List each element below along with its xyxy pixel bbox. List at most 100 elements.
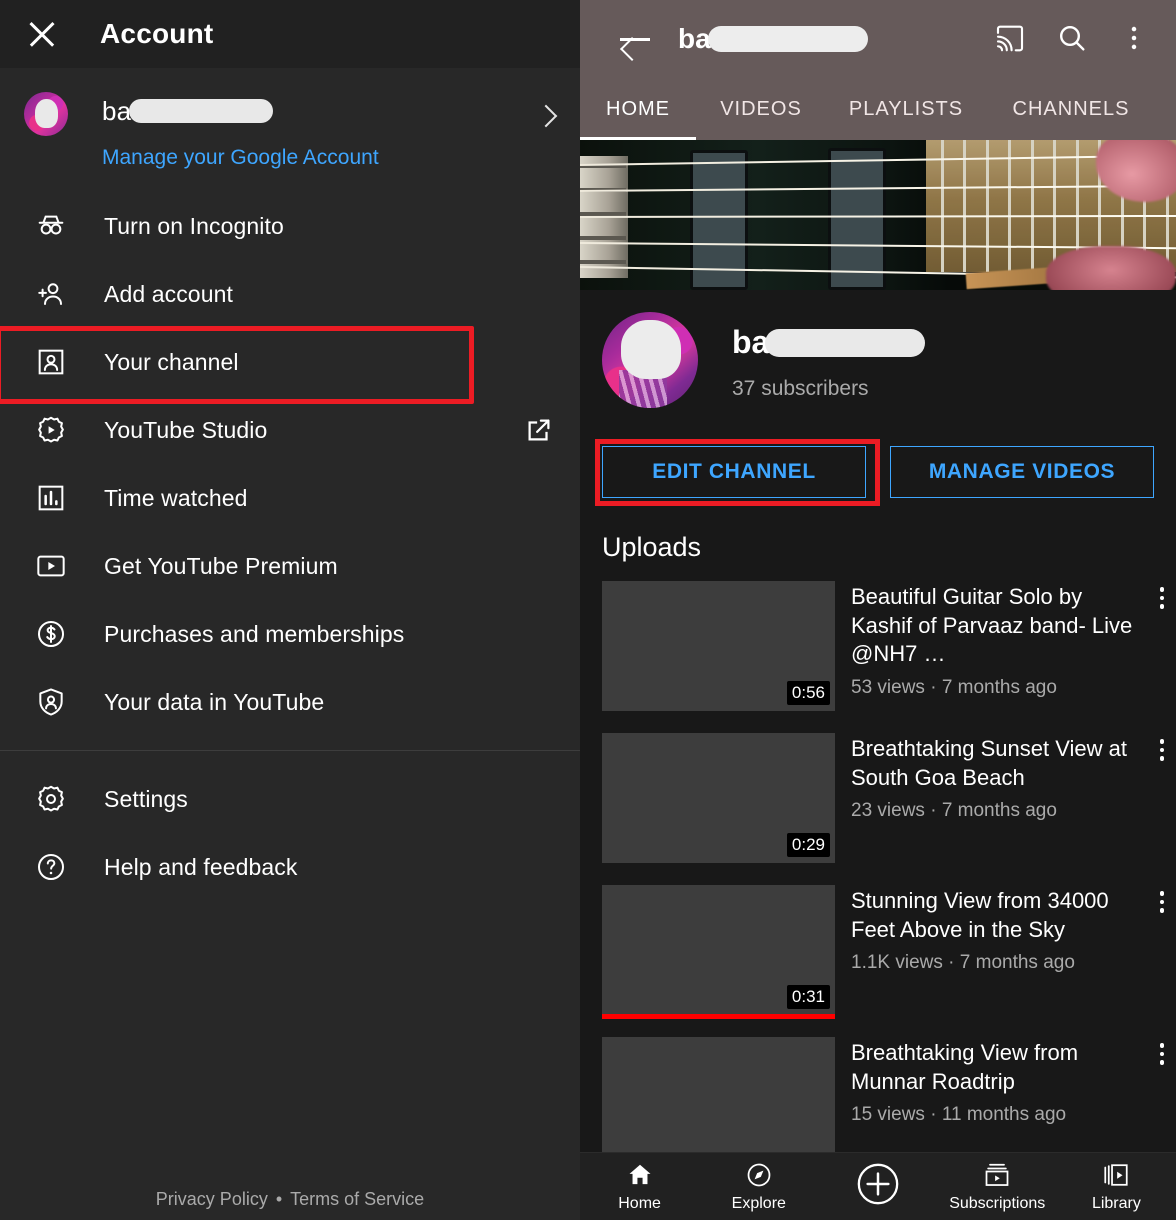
search-icon[interactable] — [1056, 22, 1090, 56]
video-thumbnail[interactable]: 0:29 — [602, 733, 835, 863]
chevron-right-icon[interactable] — [534, 104, 558, 128]
footer-separator: • — [275, 1189, 283, 1209]
account-menu-list: Turn on Incognito Add account Your chann… — [0, 192, 580, 901]
edit-channel-button[interactable]: EDIT CHANNEL — [602, 446, 866, 498]
video-title: Beautiful Guitar Solo by Kashif of Parva… — [851, 584, 1133, 667]
channel-avatar[interactable] — [602, 312, 698, 408]
channel-name: ba — [732, 324, 770, 360]
back-arrow-icon[interactable] — [618, 22, 652, 56]
video-age: 7 months ago — [941, 800, 1057, 822]
menu-item-label: Add account — [104, 280, 233, 307]
video-duration: 0:29 — [786, 833, 830, 857]
account-name-line: ba — [102, 96, 379, 126]
nav-item-create[interactable] — [818, 1161, 937, 1212]
menu-item-time-watched[interactable]: Time watched — [0, 464, 580, 532]
menu-item-turn-on-incognito[interactable]: Turn on Incognito — [0, 192, 580, 260]
list-item[interactable]: 0:29 Breathtaking Sunset View at South G… — [580, 733, 1176, 863]
privacy-policy-link[interactable]: Privacy Policy — [156, 1189, 268, 1209]
manage-google-account-link[interactable]: Manage your Google Account — [102, 146, 379, 170]
video-more-options-icon[interactable] — [1148, 581, 1176, 711]
menu-item-your-data-in-youtube[interactable]: Your data in YouTube — [0, 668, 580, 736]
menu-item-label: Get YouTube Premium — [104, 552, 338, 579]
video-age: 11 months ago — [941, 1104, 1067, 1126]
video-stats: 23 views · 7 months ago — [851, 800, 1142, 822]
cast-icon[interactable] — [994, 22, 1028, 56]
video-thumbnail[interactable] — [602, 1037, 835, 1167]
legal-footer: Privacy Policy • Terms of Service — [0, 1189, 580, 1210]
library-icon — [1101, 1160, 1131, 1190]
video-title: Breathtaking View from Munnar Roadtrip — [851, 1040, 1079, 1094]
menu-item-your-channel[interactable]: Your channel — [0, 328, 580, 396]
nav-label: Explore — [731, 1195, 786, 1212]
avatar — [24, 92, 68, 136]
menu-item-purchases-and-memberships[interactable]: Purchases and memberships — [0, 600, 580, 668]
video-title: Breathtaking Sunset View at South Goa Be… — [851, 736, 1127, 790]
tab-home[interactable]: HOME — [580, 78, 696, 140]
nav-item-subscriptions[interactable]: Subscriptions — [938, 1160, 1057, 1213]
video-thumbnail[interactable]: 0:56 — [602, 581, 835, 711]
video-meta: Beautiful Guitar Solo by Kashif of Parva… — [835, 581, 1148, 711]
account-panel-header: Account — [0, 0, 580, 68]
manage-videos-button[interactable]: MANAGE VIDEOS — [890, 446, 1154, 498]
video-duration: 0:31 — [786, 985, 830, 1009]
video-stats: 1.1K views · 7 months ago — [851, 952, 1142, 974]
close-icon[interactable] — [22, 14, 62, 54]
menu-item-label: Turn on Incognito — [104, 212, 284, 239]
more-vert-icon[interactable] — [1118, 22, 1152, 56]
tab-channels[interactable]: CHANNELS — [986, 78, 1156, 140]
video-views: 53 views — [851, 676, 925, 698]
menu-item-get-youtube-premium[interactable]: Get YouTube Premium — [0, 532, 580, 600]
channel-name-line: ba — [732, 324, 926, 361]
channel-meta: ba 37 subscribers — [732, 312, 926, 401]
menu-item-add-account[interactable]: Add account — [0, 260, 580, 328]
channel-tabs: HOME VIDEOS PLAYLISTS CHANNELS — [580, 78, 1176, 140]
gear-icon — [32, 780, 70, 818]
channel-banner-bass-guitar — [580, 140, 1176, 290]
channel-info: ba 37 subscribers — [580, 290, 1176, 408]
video-stats: 53 views · 7 months ago — [851, 677, 1142, 699]
plus-circle-icon — [855, 1161, 901, 1207]
tab-playlists[interactable]: PLAYLISTS — [826, 78, 986, 140]
video-meta: Breathtaking Sunset View at South Goa Be… — [835, 733, 1148, 863]
video-stats: 15 views · 11 months ago — [851, 1104, 1142, 1126]
account-panel: Account ba Manage your Google Account Tu… — [0, 0, 580, 1220]
nav-label: Home — [618, 1195, 661, 1212]
subscriptions-icon — [982, 1160, 1012, 1190]
list-item[interactable]: 0:56 Beautiful Guitar Solo by Kashif of … — [580, 581, 1176, 711]
subscriber-count: 37 subscribers — [732, 377, 869, 400]
youtube-mobile-account-and-channel-screen: Account ba Manage your Google Account Tu… — [0, 0, 1176, 1220]
stats-separator: · — [930, 800, 937, 822]
video-more-options-icon[interactable] — [1148, 1037, 1176, 1167]
list-item[interactable]: Breathtaking View from Munnar Roadtrip 1… — [580, 1037, 1176, 1167]
watch-progress-bar — [602, 1014, 835, 1019]
video-more-options-icon[interactable] — [1148, 733, 1176, 863]
video-duration: 0:56 — [786, 681, 830, 705]
menu-item-youtube-studio[interactable]: YouTube Studio — [0, 396, 580, 464]
video-thumbnail[interactable]: 0:31 — [602, 885, 835, 1019]
open-in-new-icon[interactable] — [524, 415, 554, 445]
bottom-navigation: Home Explore Subscriptions Library — [580, 1152, 1176, 1220]
account-row[interactable]: ba Manage your Google Account — [0, 68, 580, 170]
menu-item-label: Your data in YouTube — [104, 688, 325, 715]
video-title: Stunning View from 34000 Feet Above in t… — [851, 888, 1109, 942]
video-meta: Breathtaking View from Munnar Roadtrip 1… — [835, 1037, 1148, 1167]
youtube-play-icon — [32, 547, 70, 585]
nav-item-library[interactable]: Library — [1057, 1160, 1176, 1213]
menu-item-help-and-feedback[interactable]: Help and feedback — [0, 833, 580, 901]
stats-separator: · — [948, 952, 955, 974]
nav-item-home[interactable]: Home — [580, 1160, 699, 1213]
video-more-options-icon[interactable] — [1148, 885, 1176, 1015]
uploads-video-list: 0:56 Beautiful Guitar Solo by Kashif of … — [580, 581, 1176, 1167]
menu-item-label: Help and feedback — [104, 853, 298, 880]
redaction-scribble — [34, 99, 59, 129]
video-age: 7 months ago — [959, 952, 1075, 974]
video-age: 7 months ago — [941, 676, 1057, 698]
channel-header: ba — [580, 0, 1176, 78]
tab-videos[interactable]: VIDEOS — [696, 78, 826, 140]
help-circle-icon — [32, 848, 70, 886]
home-icon — [625, 1160, 655, 1190]
nav-item-explore[interactable]: Explore — [699, 1160, 818, 1213]
list-item[interactable]: 0:31 Stunning View from 34000 Feet Above… — [580, 885, 1176, 1019]
menu-item-settings[interactable]: Settings — [0, 765, 580, 833]
terms-of-service-link[interactable]: Terms of Service — [290, 1189, 424, 1209]
